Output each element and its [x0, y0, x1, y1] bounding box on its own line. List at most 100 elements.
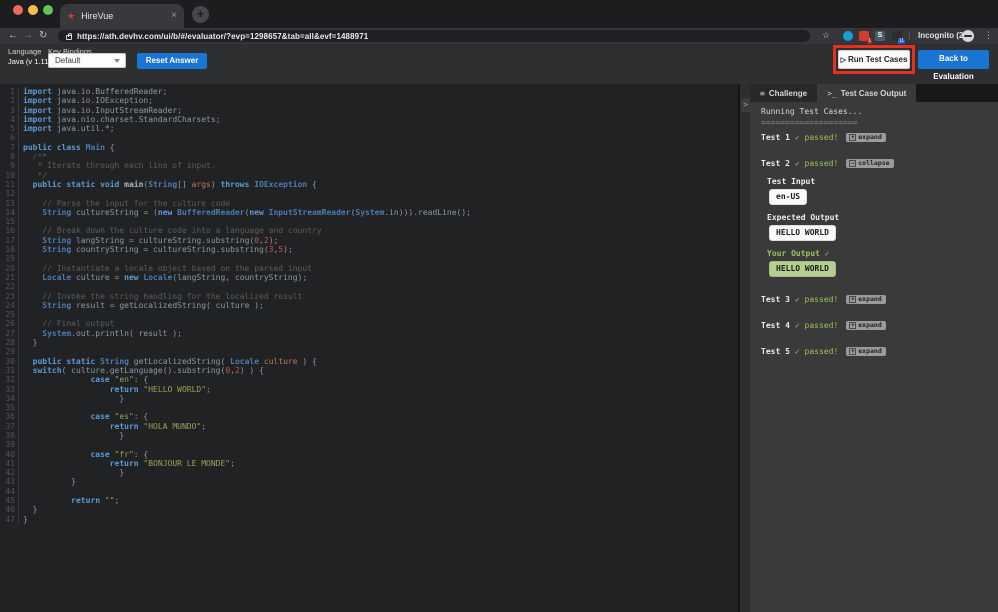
- window-close-button[interactable]: [13, 5, 23, 15]
- test-input-label: Test Input: [761, 177, 998, 187]
- code-line: 45 return "";: [0, 496, 738, 505]
- code-line: 8 /**: [0, 152, 738, 161]
- code-line: 13 // Parse the input for the culture co…: [0, 199, 738, 208]
- tab-title: HireVue: [81, 11, 165, 21]
- code-line: 12: [0, 189, 738, 198]
- extension-icon-dark[interactable]: 11: [892, 31, 902, 41]
- code-line: 7public class Main {: [0, 143, 738, 152]
- browser-menu-icon[interactable]: ⋮: [984, 28, 993, 44]
- code-line: 26 // Final output: [0, 319, 738, 328]
- code-line: 1import java.io.BufferedReader;: [0, 87, 738, 96]
- code-line: 15: [0, 217, 738, 226]
- code-line: 30 public static String getLocalizedStri…: [0, 357, 738, 366]
- tab-close-icon[interactable]: ×: [171, 11, 177, 21]
- code-line: 40 case "fr": {: [0, 450, 738, 459]
- reset-answer-button[interactable]: Reset Answer: [137, 53, 207, 69]
- badge-label: expand: [858, 296, 881, 303]
- terminal-icon: >_: [827, 89, 837, 98]
- code-editor[interactable]: 1import java.io.BufferedReader;2import j…: [0, 84, 738, 612]
- hirevue-favicon-icon: ★: [67, 12, 75, 21]
- code-line: 39: [0, 440, 738, 449]
- code-line: 10 */: [0, 171, 738, 180]
- tab-challenge[interactable]: ≡ Challenge: [750, 84, 817, 102]
- test-detail: Test Input en-US Expected Output HELLO W…: [761, 177, 998, 277]
- test-result-row: Test 3 ✓ passed! + expand: [761, 294, 998, 305]
- code-line: 37 return "HOLA MUNDO";: [0, 422, 738, 431]
- expand-button[interactable]: + expand: [846, 347, 885, 356]
- code-line: 16 // Break down the culture code into a…: [0, 226, 738, 235]
- code-line: 24 String result = getLocalizedString( c…: [0, 301, 738, 310]
- code-line: 34 }: [0, 394, 738, 403]
- keybindings-select[interactable]: Default: [48, 53, 126, 68]
- expand-button[interactable]: + expand: [846, 133, 885, 142]
- code-line: 19: [0, 254, 738, 263]
- code-line: 35: [0, 403, 738, 412]
- code-line: 20 // Instantiate a locale object based …: [0, 264, 738, 273]
- forward-icon[interactable]: →: [23, 28, 33, 44]
- collapse-button[interactable]: − collapse: [846, 159, 893, 168]
- browser-toolbar: ← → ↻ https://ath.devhv.com/ui/b/#/evalu…: [0, 28, 998, 44]
- test-output-body: Running Test Cases... ==================…: [750, 102, 998, 612]
- bookmark-star-icon[interactable]: ☆: [822, 28, 830, 44]
- badge-label: collapse: [858, 160, 889, 167]
- annotation-box: [833, 45, 915, 74]
- expected-output-label: Expected Output: [761, 213, 998, 223]
- plus-icon: +: [849, 296, 856, 303]
- back-icon[interactable]: ←: [8, 28, 18, 44]
- browser-tab[interactable]: ★ HireVue ×: [60, 4, 184, 28]
- window-minimize-button[interactable]: [28, 5, 38, 15]
- code-line: 18 String countryString = cultureString.…: [0, 245, 738, 254]
- new-tab-button[interactable]: +: [192, 6, 209, 23]
- plus-icon: +: [849, 322, 856, 329]
- code-line: 11 public static void main(String[] args…: [0, 180, 738, 189]
- code-line: 32 case "en": {: [0, 375, 738, 384]
- code-line: 43 }: [0, 477, 738, 486]
- tab-test-case-output[interactable]: >_ Test Case Output: [817, 84, 916, 102]
- reload-icon[interactable]: ↻: [39, 28, 47, 44]
- test-name: Test 1: [761, 133, 790, 142]
- test-result-row: Test 5 ✓ passed! + expand: [761, 346, 998, 357]
- window-zoom-button[interactable]: [43, 5, 53, 15]
- panel-splitter[interactable]: >: [738, 84, 750, 612]
- extension-badge: 11: [898, 39, 905, 44]
- app-header: Language Java (v 1.11) Key Bindings Defa…: [0, 44, 998, 84]
- collapse-panel-button[interactable]: >: [741, 98, 750, 112]
- test-status: ✓ passed!: [795, 347, 838, 356]
- extension-icon-blue[interactable]: [843, 31, 853, 41]
- browser-tab-strip: ★ HireVue × +: [0, 0, 998, 28]
- extension-badge: 1: [867, 39, 872, 44]
- keybindings-value: Default: [55, 56, 80, 65]
- test-result-row: Test 1 ✓ passed! + expand: [761, 132, 998, 143]
- code-line: 46 }: [0, 505, 738, 514]
- address-bar[interactable]: https://ath.devhv.com/ui/b/#/evaluator/?…: [58, 30, 810, 42]
- test-name: Test 3: [761, 295, 790, 304]
- code-line: 29: [0, 347, 738, 356]
- screen: ★ HireVue × + ← → ↻ https://ath.devhv.co…: [0, 0, 998, 612]
- minus-icon: −: [849, 160, 856, 167]
- badge-label: expand: [858, 322, 881, 329]
- url-text: https://ath.devhv.com/ui/b/#/evaluator/?…: [77, 32, 368, 41]
- code-line: 22: [0, 282, 738, 291]
- code-line: 23 // Invoke the string handling for the…: [0, 292, 738, 301]
- code-line: 27 System.out.println( result );: [0, 329, 738, 338]
- test-status: ✓ passed!: [795, 133, 838, 142]
- your-output-label: Your Output ✓: [761, 249, 998, 259]
- badge-label: expand: [858, 134, 881, 141]
- code-line: 9 * Iterate through each line of input.: [0, 161, 738, 170]
- test-status: ✓ passed!: [795, 321, 838, 330]
- code-line: 47}: [0, 515, 738, 524]
- code-line: 4import java.nio.charset.StandardCharset…: [0, 115, 738, 124]
- test-result-row: Test 2 ✓ passed! − collapse: [761, 158, 998, 169]
- back-to-evaluation-button[interactable]: Back to Evaluation: [918, 50, 989, 69]
- code-line: 25: [0, 310, 738, 319]
- expand-button[interactable]: + expand: [846, 321, 885, 330]
- code-line: 5import java.util.*;: [0, 124, 738, 133]
- code-line: 41 return "BONJOUR LE MONDE";: [0, 459, 738, 468]
- code-line: 6: [0, 133, 738, 142]
- incognito-icon: [962, 30, 974, 42]
- extension-icon-red[interactable]: 1: [859, 31, 869, 41]
- plus-icon: +: [849, 348, 856, 355]
- extension-icon-s[interactable]: S: [875, 31, 885, 41]
- expand-button[interactable]: + expand: [846, 295, 885, 304]
- running-status-text: Running Test Cases...: [761, 106, 998, 117]
